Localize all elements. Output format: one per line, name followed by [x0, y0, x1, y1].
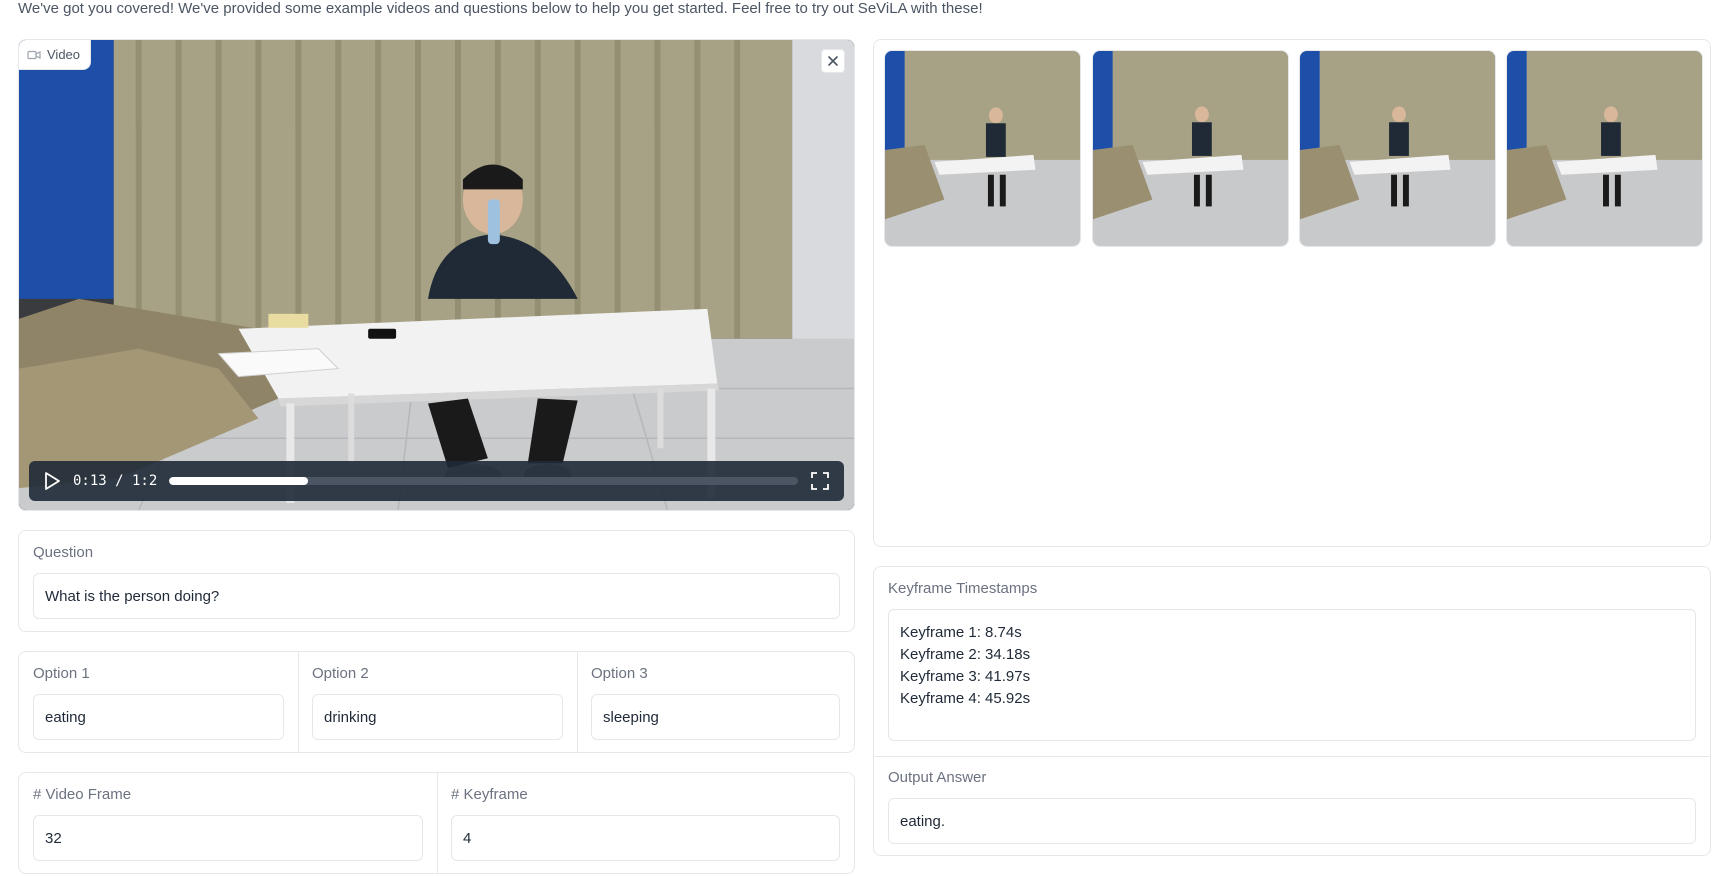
- option-2-input[interactable]: drinking: [312, 694, 563, 740]
- keyframe-value: 4: [463, 829, 472, 847]
- option-3-value: sleeping: [603, 708, 659, 726]
- video-progress-fill: [169, 477, 308, 485]
- keyframe-image: [1093, 51, 1288, 246]
- keyframe-label: # Keyframe: [451, 786, 528, 803]
- keyframe-input[interactable]: 4: [451, 815, 840, 861]
- results-group: Keyframe Timestamps Keyframe 1: 8.74s Ke…: [873, 566, 1711, 856]
- video-frame-label: # Video Frame: [33, 786, 132, 803]
- clear-video-button[interactable]: [821, 49, 845, 73]
- fullscreen-icon[interactable]: [810, 471, 830, 491]
- option-3-input[interactable]: sleeping: [591, 694, 840, 740]
- video-frame-image: [19, 40, 854, 510]
- video-frame-input[interactable]: 32: [33, 815, 423, 861]
- frame-settings-group: # Video Frame 32 # Keyframe 4: [18, 772, 855, 874]
- option-1-input[interactable]: eating: [33, 694, 284, 740]
- keyframe-thumbnail[interactable]: [884, 50, 1081, 247]
- question-value: What is the person doing?: [45, 587, 220, 605]
- question-label: Question: [33, 544, 94, 561]
- video-camera-icon: [27, 50, 41, 59]
- timestamp-line: Keyframe 3: 41.97s: [900, 668, 1031, 685]
- keyframe-image: [1300, 51, 1495, 246]
- video-progress-bar[interactable]: [169, 477, 798, 485]
- option-1-value: eating: [45, 708, 86, 726]
- video-controls: 0:13 / 1:2: [29, 461, 844, 501]
- video-label-text: Video: [47, 47, 81, 62]
- close-icon: [828, 56, 838, 66]
- output-answer-label: Output Answer: [888, 769, 987, 786]
- options-group: Option 1 eating Option 2 drinking Option…: [18, 651, 855, 753]
- question-input[interactable]: What is the person doing?: [33, 573, 840, 619]
- keyframe-image: [885, 51, 1080, 246]
- option-1-label: Option 1: [33, 665, 90, 682]
- option-2-label: Option 2: [312, 665, 369, 682]
- keyframe-timestamps-textbox[interactable]: Keyframe 1: 8.74s Keyframe 2: 34.18s Key…: [888, 609, 1696, 741]
- question-group: Question What is the person doing?: [18, 530, 855, 632]
- keyframe-image: [1507, 51, 1702, 246]
- keyframe-thumbnail[interactable]: [1299, 50, 1496, 247]
- output-answer-value: eating.: [900, 812, 946, 830]
- timestamp-line: Keyframe 1: 8.74s: [900, 624, 1022, 641]
- play-icon[interactable]: [43, 471, 61, 491]
- keyframe-gallery: [873, 39, 1711, 547]
- keyframe-timestamps-label: Keyframe Timestamps: [888, 580, 1038, 597]
- keyframe-thumbnail[interactable]: [1092, 50, 1289, 247]
- video-time: 0:13 / 1:2: [73, 473, 158, 489]
- video-player[interactable]: Video 0:13 / 1:2: [18, 39, 855, 511]
- keyframe-thumbnail[interactable]: [1506, 50, 1703, 247]
- option-2-value: drinking: [324, 708, 377, 726]
- timestamp-line: Keyframe 2: 34.18s: [900, 646, 1031, 663]
- option-3-label: Option 3: [591, 665, 648, 682]
- timestamp-line: Keyframe 4: 45.92s: [900, 690, 1031, 707]
- video-frame-value: 32: [45, 829, 62, 847]
- intro-text: We've got you covered! We've provided so…: [18, 0, 983, 17]
- output-answer-textbox[interactable]: eating.: [888, 798, 1696, 844]
- video-label-badge: Video: [19, 40, 92, 70]
